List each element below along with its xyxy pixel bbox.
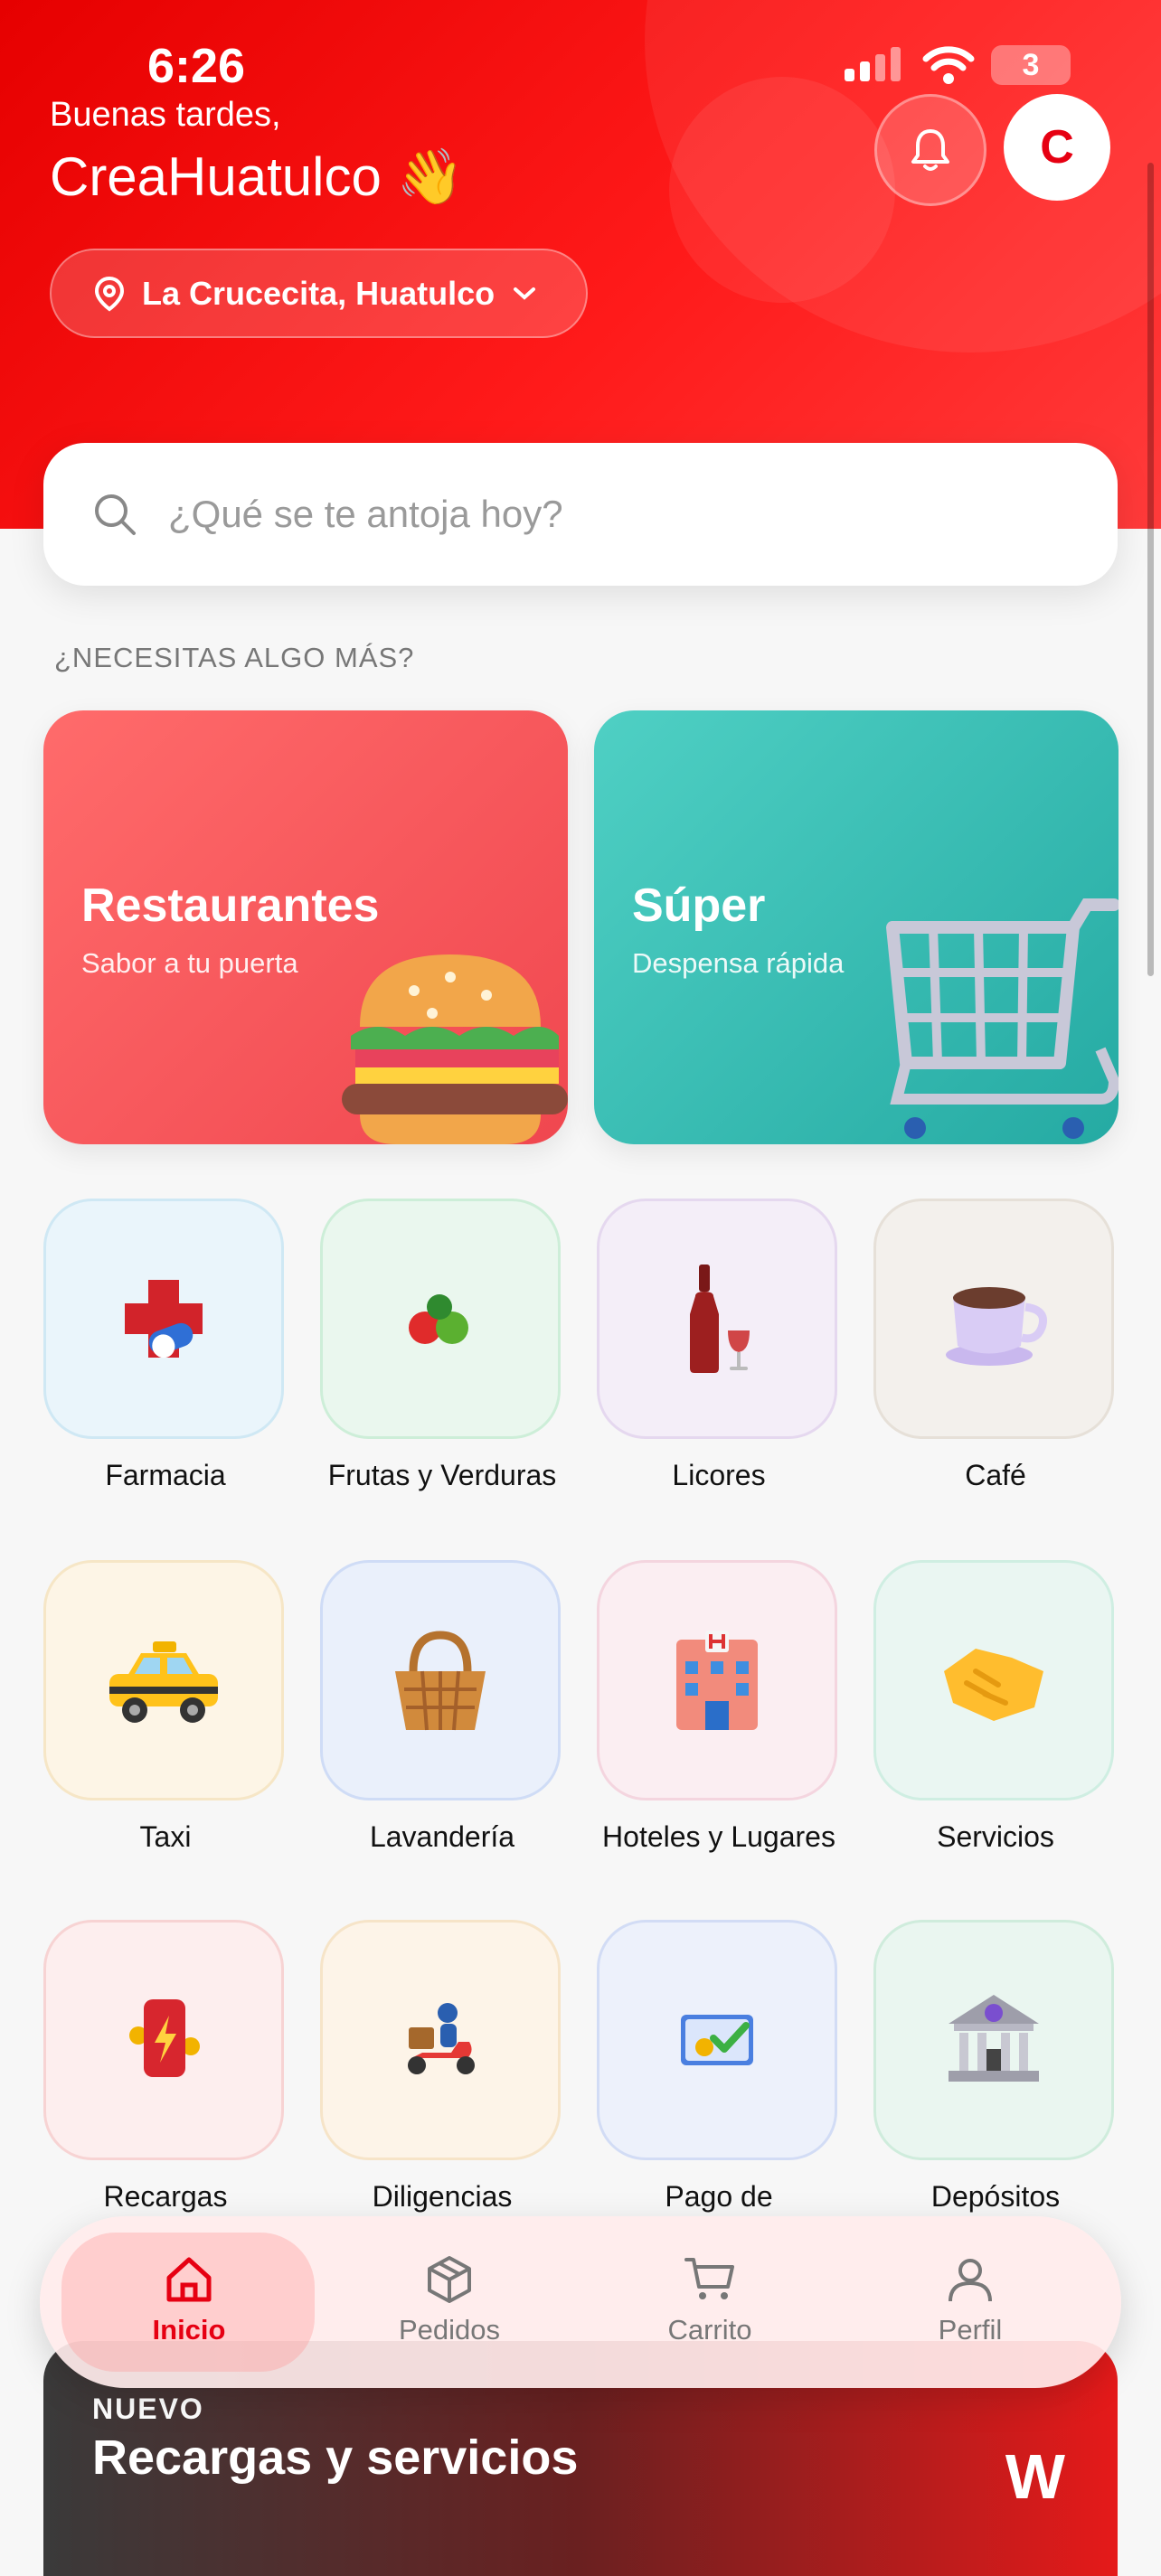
card-subtitle: Despensa rápida — [632, 947, 845, 979]
bank-icon — [949, 1995, 1039, 2082]
category-tile — [320, 1920, 561, 2160]
category-label: Café — [965, 1459, 1026, 1491]
notifications-button[interactable] — [874, 94, 986, 206]
section-title: ¿NECESITAS ALGO MÁS? — [54, 642, 415, 673]
search-bar[interactable]: ¿Qué se te antoja hoy? — [43, 443, 1118, 586]
category-label: Taxi — [139, 1820, 192, 1853]
category-tile — [873, 1920, 1114, 2160]
promo-kicker: NUEVO — [92, 2393, 204, 2425]
status-icons: 3 — [843, 45, 1071, 85]
category-label: Farmacia — [105, 1459, 226, 1491]
category-servicios[interactable]: Servicios — [873, 1560, 1118, 1853]
category-tile — [597, 1560, 837, 1800]
category-diligencias[interactable]: Diligencias — [320, 1920, 564, 2213]
card-title: Restaurantes — [81, 879, 380, 932]
category-tile — [597, 1199, 837, 1439]
category-depositos[interactable]: Depósitos — [873, 1920, 1118, 2213]
hotel-icon — [676, 1631, 758, 1730]
tab-perfil[interactable]: Perfil — [857, 2252, 1083, 2346]
category-farmacia[interactable]: Farmacia — [43, 1199, 288, 1491]
home-icon — [166, 2257, 212, 2302]
taxi-icon — [109, 1641, 218, 1723]
location-selector[interactable]: La Crucecita, Huatulco — [50, 249, 588, 338]
tab-label: Perfil — [938, 2314, 1003, 2346]
decor-circle-small — [669, 77, 895, 303]
category-label: Depósitos — [930, 2180, 1061, 2213]
tab-pedidos[interactable]: Pedidos — [336, 2252, 562, 2346]
category-hoteles-lugares[interactable]: Hoteles y Lugares — [597, 1560, 841, 1853]
category-pago-de[interactable]: Pago de — [597, 1920, 841, 2213]
cellular-icon — [845, 47, 901, 81]
category-label: Frutas y Verduras — [327, 1459, 557, 1491]
handshake-icon — [944, 1649, 1043, 1721]
category-cafe[interactable]: Café — [873, 1199, 1118, 1491]
basket-icon — [395, 1631, 486, 1731]
scrollbar[interactable] — [1147, 163, 1154, 976]
status-time: 6:26 — [147, 39, 246, 93]
bell-icon — [911, 129, 949, 171]
tab-label: Carrito — [667, 2314, 752, 2346]
category-lavanderia[interactable]: Lavandería — [320, 1560, 564, 1853]
greeting-text: Buenas tardes, — [50, 96, 281, 134]
wifi-icon — [922, 46, 975, 84]
chevron-down-icon — [514, 287, 536, 300]
battery-indicator: 3 — [991, 45, 1071, 85]
category-label: Lavandería — [369, 1820, 515, 1853]
tab-label: Pedidos — [398, 2314, 501, 2346]
search-placeholder: ¿Qué se te antoja hoy? — [168, 493, 563, 535]
profile-avatar[interactable]: C — [1004, 94, 1110, 201]
tab-inicio[interactable]: Inicio — [76, 2252, 302, 2346]
tab-label: Inicio — [152, 2314, 226, 2346]
category-licores[interactable]: Licores — [597, 1199, 841, 1491]
user-name: CreaHuatulco 👋 — [50, 146, 465, 207]
coffee-cup-icon — [946, 1287, 1047, 1366]
category-label: Servicios — [937, 1820, 1054, 1853]
user-icon — [949, 2259, 992, 2302]
fruits-icon — [409, 1294, 468, 1344]
category-label: Recargas — [103, 2180, 228, 2213]
burger-icon — [342, 954, 568, 1144]
category-recargas[interactable]: Recargas — [43, 1920, 288, 2213]
category-tile — [43, 1199, 284, 1439]
category-tile — [43, 1920, 284, 2160]
shopping-cart-icon — [886, 898, 1119, 1139]
category-label: Hoteles y Lugares — [602, 1820, 835, 1853]
category-frutas-verduras[interactable]: Frutas y Verduras — [320, 1199, 564, 1491]
bottom-navigation: Inicio Pedidos Carrito Perfil — [40, 2216, 1121, 2388]
wine-bottle-icon — [690, 1264, 750, 1373]
category-tile — [597, 1920, 837, 2160]
promo-title: Recargas y servicios — [92, 2430, 579, 2485]
card-subtitle: Sabor a tu puerta — [81, 947, 298, 979]
package-icon — [428, 2256, 471, 2303]
category-tile — [873, 1199, 1114, 1439]
category-label: Licores — [672, 1459, 766, 1491]
category-tile — [43, 1560, 284, 1800]
card-title: Súper — [632, 879, 766, 932]
location-label: La Crucecita, Huatulco — [142, 274, 496, 312]
category-label: Pago de — [665, 2180, 773, 2213]
category-tile — [320, 1199, 561, 1439]
delivery-scooter-icon — [408, 2003, 475, 2074]
payment-check-icon — [681, 2015, 753, 2065]
cart-icon — [684, 2258, 734, 2299]
phone-recharge-icon — [129, 1999, 200, 2077]
supermarket-card[interactable]: Súper Despensa rápida — [594, 710, 1119, 1144]
category-label: Diligencias — [372, 2180, 513, 2213]
search-icon — [95, 494, 136, 535]
tab-carrito[interactable]: Carrito — [597, 2252, 823, 2346]
category-tile — [320, 1560, 561, 1800]
restaurants-card[interactable]: Restaurantes Sabor a tu puerta — [43, 710, 568, 1144]
medicine-icon — [125, 1280, 203, 1359]
category-tile — [873, 1560, 1114, 1800]
map-pin-icon — [94, 276, 125, 311]
promo-logo: W — [1005, 2441, 1065, 2512]
category-taxi[interactable]: Taxi — [43, 1560, 288, 1853]
